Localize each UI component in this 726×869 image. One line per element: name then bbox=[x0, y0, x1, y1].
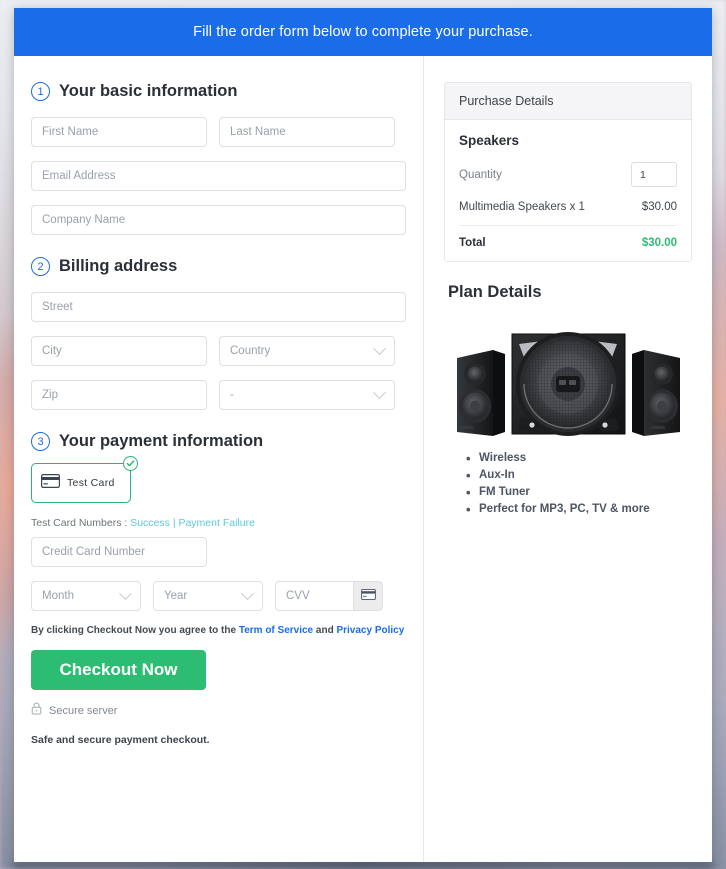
checkout-card: Fill the order form below to complete yo… bbox=[14, 8, 712, 862]
line-item-row: Multimedia Speakers x 1 $30.00 bbox=[459, 201, 677, 225]
total-value: $30.00 bbox=[641, 237, 677, 249]
agreement-text: By clicking Checkout Now you agree to th… bbox=[31, 625, 406, 636]
card-shadow bbox=[12, 862, 714, 869]
chevron-down-icon bbox=[119, 586, 132, 600]
step-number-3: 3 bbox=[31, 432, 50, 451]
banner-message: Fill the order form below to complete yo… bbox=[193, 24, 533, 40]
purchase-details-header: Purchase Details bbox=[445, 83, 691, 120]
test-card-separator: | bbox=[172, 517, 176, 529]
name-row: First Name Last Name bbox=[31, 117, 406, 147]
multimedia-speakers-photo bbox=[444, 320, 692, 440]
product-name: Speakers bbox=[459, 133, 520, 148]
line-item-price: $30.00 bbox=[641, 201, 677, 213]
payment-method-list: Test Card bbox=[31, 456, 406, 503]
city-input[interactable]: City bbox=[31, 336, 207, 366]
card-body: 1 Your basic information First Name Last… bbox=[14, 56, 712, 862]
quantity-label: Quantity bbox=[459, 168, 502, 181]
street-input[interactable]: Street bbox=[31, 292, 406, 322]
payment-method-label: Test Card bbox=[67, 477, 115, 489]
step-title-payment: Your payment information bbox=[59, 432, 264, 450]
country-select-value: Country bbox=[230, 345, 271, 357]
expiry-month-value: Month bbox=[42, 590, 74, 602]
first-name-input[interactable]: First Name bbox=[31, 117, 207, 147]
step-number-2: 2 bbox=[31, 257, 50, 276]
terms-of-service-link[interactable]: Term of Service bbox=[239, 625, 313, 636]
cvv-help-button[interactable] bbox=[353, 581, 383, 611]
form-column: 1 Your basic information First Name Last… bbox=[14, 56, 424, 862]
zip-input[interactable]: Zip bbox=[31, 380, 207, 410]
summary-column: Purchase Details Speakers Quantity 1 Mul… bbox=[424, 56, 712, 862]
purchase-details-box: Purchase Details Speakers Quantity 1 Mul… bbox=[444, 82, 692, 262]
purchase-details-body: Speakers Quantity 1 Multimedia Speakers … bbox=[445, 120, 691, 261]
list-item: Wireless bbox=[466, 451, 692, 466]
expiry-year-select[interactable]: Year bbox=[153, 581, 263, 611]
agreement-conjunction: and bbox=[315, 625, 334, 636]
chevron-down-icon bbox=[373, 385, 386, 399]
secure-server-row: Secure server bbox=[31, 702, 406, 720]
country-select[interactable]: Country bbox=[219, 336, 395, 366]
state-select[interactable]: - bbox=[219, 380, 395, 410]
quantity-input[interactable]: 1 bbox=[631, 162, 677, 187]
test-card-failure-link[interactable]: Payment Failure bbox=[178, 517, 254, 529]
checkout-now-button[interactable]: Checkout Now bbox=[31, 650, 206, 690]
cvv-group: CVV bbox=[275, 581, 383, 611]
expiry-year-value: Year bbox=[164, 590, 188, 602]
total-label: Total bbox=[459, 237, 486, 249]
plan-details-title: Plan Details bbox=[448, 283, 542, 301]
agreement-prefix: By clicking Checkout Now you agree to th… bbox=[31, 625, 237, 636]
list-item: Perfect for MP3, PC, TV & more bbox=[466, 502, 692, 517]
credit-card-number-input[interactable]: Credit Card Number bbox=[31, 537, 207, 567]
test-card-success-link[interactable]: Success bbox=[130, 517, 170, 529]
list-item: Aux-In bbox=[466, 468, 692, 483]
lock-icon bbox=[31, 702, 42, 720]
expiry-cvv-row: Month Year CVV bbox=[31, 581, 406, 611]
test-card-numbers-prefix: Test Card Numbers : bbox=[31, 517, 128, 529]
chevron-down-icon bbox=[373, 341, 386, 355]
step-number-1: 1 bbox=[31, 82, 50, 101]
company-name-input[interactable]: Company Name bbox=[31, 205, 406, 235]
quantity-row: Quantity 1 bbox=[459, 162, 677, 187]
banner: Fill the order form below to complete yo… bbox=[14, 8, 712, 56]
payment-method-test-card[interactable]: Test Card bbox=[31, 456, 138, 503]
street-row: Street bbox=[31, 292, 406, 322]
safe-checkout-note: Safe and secure payment checkout. bbox=[31, 734, 210, 746]
line-item-label: Multimedia Speakers x 1 bbox=[459, 201, 585, 213]
zip-state-row: Zip - bbox=[31, 380, 406, 410]
check-circle-icon bbox=[123, 456, 138, 471]
step-billing-address-header: 2 Billing address bbox=[31, 257, 406, 276]
total-row: Total $30.00 bbox=[459, 226, 677, 249]
credit-card-icon bbox=[360, 587, 376, 605]
credit-card-icon bbox=[41, 473, 60, 493]
last-name-input[interactable]: Last Name bbox=[219, 117, 395, 147]
expiry-month-select[interactable]: Month bbox=[31, 581, 141, 611]
secure-server-label: Secure server bbox=[49, 705, 118, 717]
card-number-row: Credit Card Number bbox=[31, 537, 406, 567]
state-select-value: - bbox=[230, 389, 234, 401]
step-payment-information-header: 3 Your payment information bbox=[31, 432, 406, 451]
step-title-basic: Your basic information bbox=[59, 82, 238, 100]
test-card-numbers-line: Test Card Numbers : Success | Payment Fa… bbox=[31, 517, 406, 529]
step-title-billing: Billing address bbox=[59, 257, 178, 275]
email-row: Email Address bbox=[31, 161, 406, 191]
list-item: FM Tuner bbox=[466, 485, 692, 500]
company-row: Company Name bbox=[31, 205, 406, 235]
step-basic-information-header: 1 Your basic information bbox=[31, 82, 406, 101]
cvv-input[interactable]: CVV bbox=[275, 581, 353, 611]
plan-features-list: Wireless Aux-In FM Tuner Perfect for MP3… bbox=[466, 451, 692, 517]
city-country-row: City Country bbox=[31, 336, 406, 366]
privacy-policy-link[interactable]: Privacy Policy bbox=[336, 625, 404, 636]
chevron-down-icon bbox=[241, 586, 254, 600]
email-input[interactable]: Email Address bbox=[31, 161, 406, 191]
